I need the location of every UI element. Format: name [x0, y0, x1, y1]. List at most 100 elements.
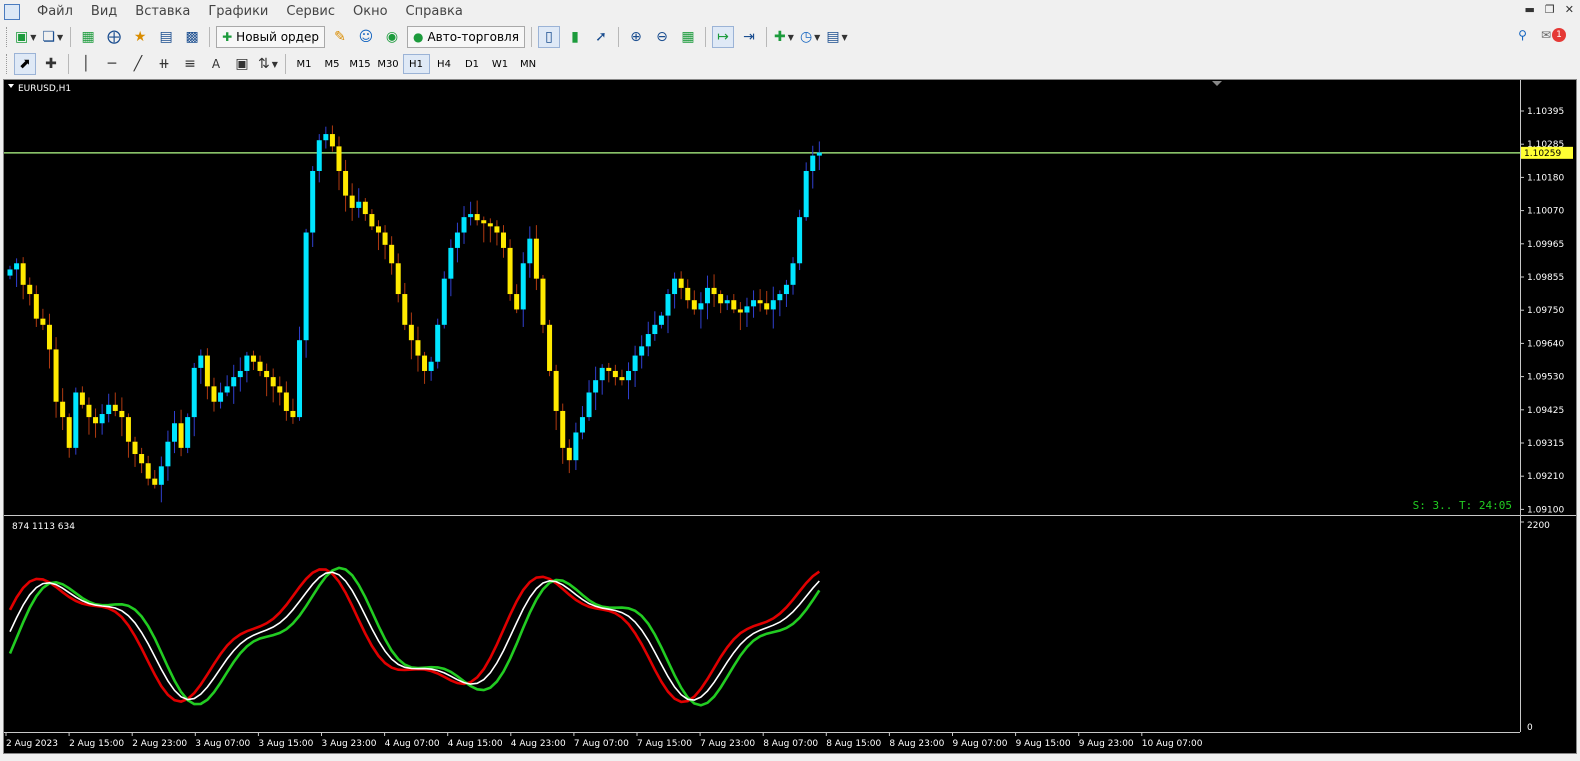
search-icon[interactable]: ⚲: [1518, 28, 1527, 42]
bar-chart-button[interactable]: ▯: [537, 26, 560, 48]
timeframe-mn-button[interactable]: MN: [515, 54, 542, 74]
terminal-button[interactable]: ▤: [155, 26, 177, 48]
candlestick-button[interactable]: ▮: [564, 26, 586, 48]
fibonacci-button[interactable]: ≡: [179, 53, 201, 75]
new-chart-button[interactable]: ▣ ▼: [14, 26, 37, 48]
timeframe-m1-button[interactable]: M1: [291, 54, 318, 74]
timeframe-w1-button[interactable]: W1: [487, 54, 514, 74]
periods-button[interactable]: ◷ ▼: [799, 26, 821, 48]
chart-shift-button[interactable]: ⇥: [738, 26, 760, 48]
cursor-button[interactable]: ⬈: [14, 53, 36, 75]
timeframe-m30-button[interactable]: M30: [375, 54, 402, 74]
time-axis-label: 4 Aug 23:00: [511, 739, 566, 749]
horizontal-line-icon: ─: [107, 56, 117, 72]
timeframe-d1-button[interactable]: D1: [459, 54, 486, 74]
candle-body: [566, 447, 572, 461]
indicator-scale-bottom: 0: [1527, 723, 1533, 733]
candle-body: [14, 263, 20, 270]
notifications-button[interactable]: ✉ 1: [1541, 28, 1566, 42]
text-label-button[interactable]: ▣: [231, 53, 253, 75]
candle-body: [527, 238, 533, 264]
data-window-button[interactable]: ⨁: [103, 26, 125, 48]
price-axis-label: 1.10395: [1527, 107, 1564, 117]
candle-body: [270, 377, 276, 387]
menu-view[interactable]: Вид: [82, 0, 126, 24]
candle-body: [362, 201, 368, 215]
autotrading-icon: ●: [412, 30, 424, 44]
navigator-button[interactable]: ★: [129, 26, 151, 48]
candle-body: [461, 217, 467, 233]
candle-body: [290, 410, 296, 418]
line-chart-icon: ➚: [595, 29, 607, 45]
menu-help[interactable]: Справка: [397, 0, 472, 24]
timeframe-h4-button[interactable]: H4: [431, 54, 458, 74]
chart-canvas[interactable]: EURUSD,H11.103951.102851.101801.100701.0…: [4, 80, 1576, 753]
folder-star-icon: ★: [133, 29, 147, 45]
timeframe-h1-button[interactable]: H1: [402, 54, 430, 74]
equidistant-channel-button[interactable]: ⧺: [153, 53, 175, 75]
candle-body: [751, 300, 757, 307]
candle-body: [244, 355, 250, 371]
chevron-down-icon: ▼: [30, 32, 37, 42]
candle-body: [645, 334, 651, 347]
candle-body: [770, 300, 776, 310]
menu-insert[interactable]: Вставка: [126, 0, 199, 24]
metaeditor-button[interactable]: ✎: [329, 26, 351, 48]
autotrading-label: Авто-торговля: [427, 30, 519, 44]
toolbar-separator: [765, 27, 767, 47]
profiles-button[interactable]: ❏ ▼: [41, 26, 64, 48]
new-order-button[interactable]: ✚ Новый ордер: [216, 26, 325, 48]
horizontal-line-button[interactable]: ─: [101, 53, 123, 75]
candle-body: [152, 478, 158, 485]
restore-icon[interactable]: ❐: [1545, 3, 1555, 16]
market-watch-button[interactable]: ▦: [77, 26, 99, 48]
crosshair-button[interactable]: ✚: [40, 53, 62, 75]
arrows-button[interactable]: ⇅ ▼: [257, 53, 279, 75]
time-axis-label: 3 Aug 23:00: [322, 739, 377, 749]
market-watch-icon: ▦: [81, 29, 95, 45]
menu-tools[interactable]: Сервис: [277, 0, 344, 24]
strategy-tester-button[interactable]: ▩: [181, 26, 203, 48]
toolbar-grip: [6, 54, 9, 74]
templates-button[interactable]: ▤ ▼: [825, 26, 848, 48]
arrows-icon: ⇅: [258, 56, 270, 72]
minimize-icon[interactable]: ▬: [1525, 3, 1535, 16]
candle-body: [448, 247, 454, 279]
timeframe-m5-button[interactable]: M5: [319, 54, 346, 74]
candle-body: [533, 238, 539, 279]
menu-file[interactable]: Файл: [28, 0, 82, 24]
autoscroll-button[interactable]: ↦: [711, 26, 734, 48]
price-axis-label: 1.09750: [1527, 306, 1564, 316]
indicators-button[interactable]: ✚ ▼: [773, 26, 795, 48]
profiles-icon: ❏: [42, 29, 55, 45]
bar-chart-icon: ▯: [545, 29, 553, 45]
candle-body: [40, 318, 46, 325]
main-toolbar: ▣ ▼ ❏ ▼ ▦ ⨁ ★ ▤ ▩ ✚ Новый ордер ✎ ☺ ◉ ● Авто…: [0, 24, 1580, 50]
candle-body: [224, 386, 230, 393]
candle-body: [573, 432, 579, 461]
trendline-button[interactable]: ╱: [127, 53, 149, 75]
zoom-out-button[interactable]: ⊖: [651, 26, 673, 48]
timeframes-group: M1 M5 M15 M30 H1 H4 D1 W1 MN: [290, 54, 542, 74]
chart-window[interactable]: EURUSD,H1 1.10395 1.10285 1.10180 1.10070 1.0…: [3, 79, 1577, 754]
candle-body: [165, 441, 171, 467]
line-chart-button[interactable]: ➚: [590, 26, 612, 48]
vertical-line-button[interactable]: │: [75, 53, 97, 75]
candle-body: [27, 284, 33, 295]
menu-charts[interactable]: Графики: [199, 0, 277, 24]
price-axis-label: 1.09530: [1527, 373, 1564, 383]
trendline-icon: ╱: [133, 56, 143, 72]
signals-button[interactable]: ◉: [381, 26, 403, 48]
tile-icon: ▦: [681, 29, 695, 45]
candle-body: [665, 294, 671, 316]
autotrading-button[interactable]: ● Авто-торговля: [406, 26, 525, 48]
timeframe-m15-button[interactable]: M15: [347, 54, 374, 74]
indicator-scale-top: 2200: [1527, 521, 1550, 531]
close-icon[interactable]: ✕: [1565, 3, 1574, 16]
tile-windows-button[interactable]: ▦: [677, 26, 699, 48]
candle-body: [119, 410, 125, 418]
menu-window[interactable]: Окно: [344, 0, 397, 24]
text-button[interactable]: A: [205, 53, 227, 75]
zoom-in-button[interactable]: ⊕: [625, 26, 647, 48]
experts-button[interactable]: ☺: [355, 26, 377, 48]
